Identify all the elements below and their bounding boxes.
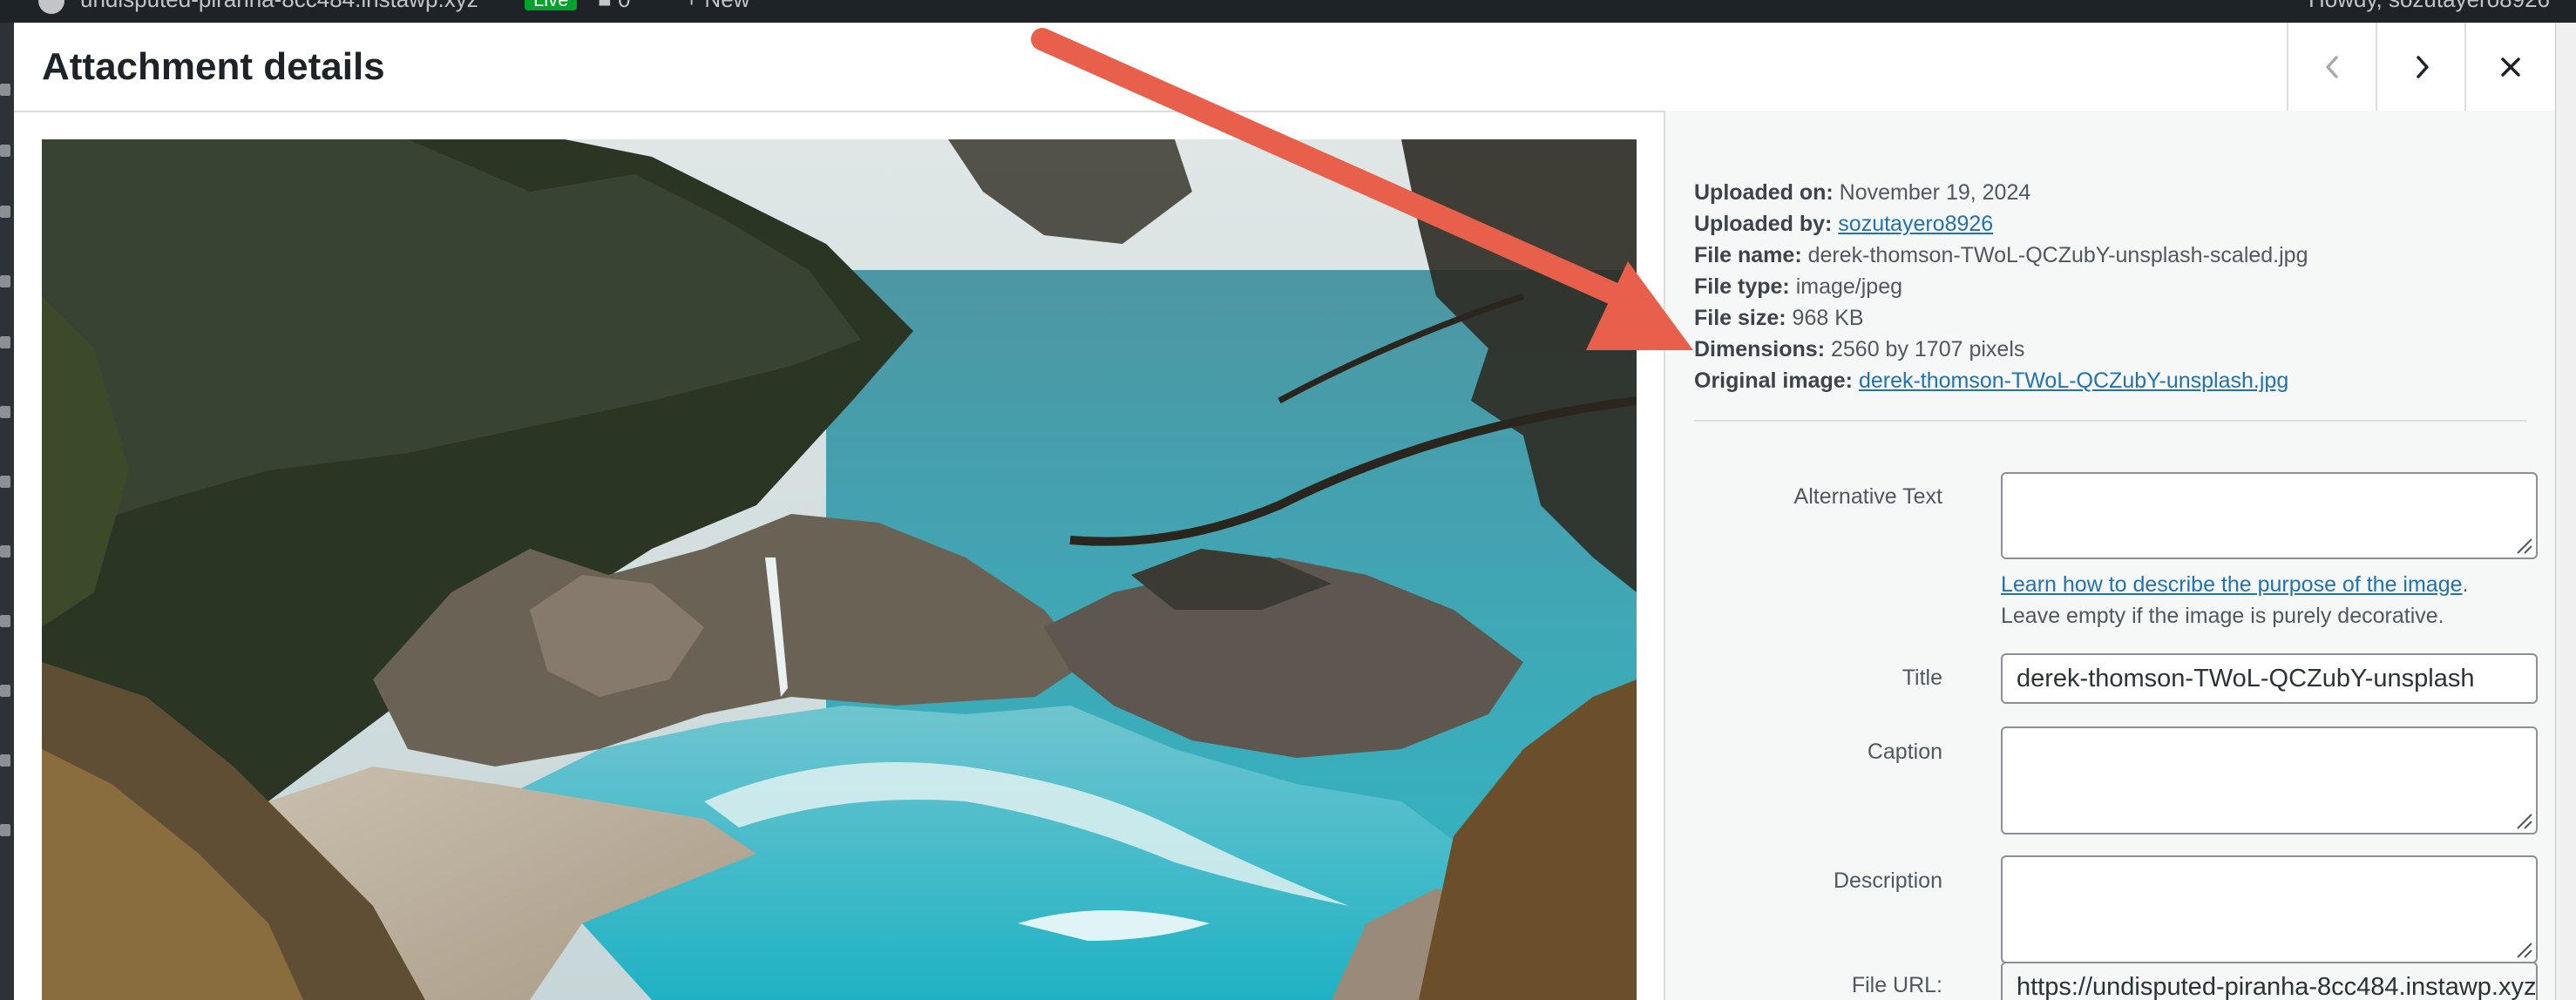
close-icon [2501, 57, 2520, 77]
comment-icon: ■ [598, 0, 612, 12]
file-details: Uploaded on: November 19, 2024 Uploaded … [1694, 177, 2308, 396]
original-image-link[interactable]: derek-thomson-TWoL-QCZubY-unsplash.jpg [1859, 368, 2288, 393]
caption-field[interactable] [2001, 726, 2538, 834]
modal-header: Attachment details [14, 23, 2555, 112]
menu-icon[interactable] [0, 545, 10, 557]
alt-help-period: . [2462, 572, 2469, 597]
file-name-row: File name: derek-thomson-TWoL-QCZubY-uns… [1694, 240, 2308, 271]
alt-text-note: Leave empty if the image is purely decor… [2001, 604, 2444, 628]
attachment-info-sidebar: Uploaded on: November 19, 2024 Uploaded … [1664, 111, 2555, 1000]
menu-icon[interactable] [0, 145, 10, 157]
file-name-value: derek-thomson-TWoL-QCZubY-unsplash-scale… [1807, 243, 2308, 267]
file-type-value: image/jpeg [1795, 274, 1903, 299]
title-label: Title [1901, 666, 1942, 690]
uploaded-on-value: November 19, 2024 [1839, 180, 2031, 205]
menu-icon[interactable] [0, 336, 10, 348]
file-type-label: File type: [1694, 274, 1790, 299]
live-badge: Live [525, 0, 578, 10]
menu-icon[interactable] [0, 824, 10, 836]
uploaded-on-label: Uploaded on: [1694, 180, 1834, 205]
uploaded-by-link[interactable]: sozutayero8926 [1838, 212, 1993, 236]
resize-grip-icon[interactable] [2514, 811, 2533, 830]
attachment-details-modal: Attachment details Uploaded on: November… [14, 23, 2555, 1000]
uploaded-by-row: Uploaded by: sozutayero8926 [1694, 208, 2308, 240]
close-modal-button[interactable] [2464, 23, 2555, 111]
alt-text-field[interactable] [2001, 472, 2538, 559]
menu-icon[interactable] [0, 476, 10, 488]
description-field[interactable] [2001, 855, 2538, 963]
uploaded-on-row: Uploaded on: November 19, 2024 [1694, 177, 2308, 208]
chevron-left-icon [2326, 55, 2338, 78]
wp-admin-bar: undisputed-piranha-8cc484.instawp.xyz Li… [0, 0, 2576, 23]
next-attachment-button[interactable] [2376, 23, 2466, 111]
underlying-page [2555, 23, 2576, 1000]
menu-icon[interactable] [0, 206, 10, 218]
menu-icon[interactable] [0, 615, 10, 627]
coastal-cove-image [42, 139, 1637, 1000]
menu-icon[interactable] [0, 84, 10, 96]
menu-icon[interactable] [0, 685, 10, 697]
alt-text-help: Learn how to describe the purpose of the… [2001, 569, 2468, 600]
file-size-label: File size: [1694, 306, 1786, 330]
description-label: Description [1833, 868, 1942, 893]
menu-icon[interactable] [0, 406, 10, 418]
admin-bar-howdy[interactable]: Howdy, sozutayero8926 [2308, 0, 2550, 10]
admin-bar-comments[interactable]: ■ 0 [598, 0, 630, 10]
caption-label: Caption [1867, 740, 1942, 764]
admin-bar-new-label: New [704, 0, 749, 12]
plus-icon: + [685, 0, 698, 12]
modal-title: Attachment details [42, 45, 385, 88]
file-size-row: File size: 968 KB [1694, 302, 2308, 334]
admin-bar-new[interactable]: + New [685, 0, 749, 10]
wordpress-logo-icon[interactable] [38, 0, 64, 14]
admin-bar-site-name[interactable]: undisputed-piranha-8cc484.instawp.xyz [80, 0, 478, 10]
file-type-row: File type: image/jpeg [1694, 271, 2308, 302]
file-name-label: File name: [1694, 243, 1802, 267]
resize-grip-icon[interactable] [2514, 940, 2533, 959]
file-size-value: 968 KB [1792, 306, 1864, 330]
original-image-label: Original image: [1694, 368, 1853, 393]
uploaded-by-label: Uploaded by: [1694, 212, 1833, 236]
menu-icon[interactable] [0, 754, 10, 767]
title-input[interactable]: derek-thomson-TWoL-QCZubY-unsplash [2001, 653, 2538, 704]
menu-icon[interactable] [0, 275, 10, 287]
admin-side-menu [0, 23, 14, 1000]
chevron-right-icon [2417, 55, 2429, 78]
previous-attachment-button[interactable] [2287, 23, 2377, 111]
comment-count: 0 [618, 0, 630, 12]
details-divider [1694, 420, 2526, 422]
file-url-label: File URL: [1851, 973, 1942, 997]
dimensions-label: Dimensions: [1694, 337, 1826, 361]
dimensions-row: Dimensions: 2560 by 1707 pixels [1694, 334, 2308, 365]
attachment-image-preview [42, 139, 1637, 1000]
alt-text-label: Alternative Text [1793, 484, 1942, 509]
original-image-row: Original image: derek-thomson-TWoL-QCZub… [1694, 365, 2308, 396]
alt-text-help-link[interactable]: Learn how to describe the purpose of the… [2001, 572, 2463, 597]
dimensions-value: 2560 by 1707 pixels [1830, 337, 2025, 361]
resize-grip-icon[interactable] [2514, 536, 2533, 555]
file-url-input[interactable]: https://undisputed-piranha-8cc484.instaw… [2001, 962, 2538, 1000]
